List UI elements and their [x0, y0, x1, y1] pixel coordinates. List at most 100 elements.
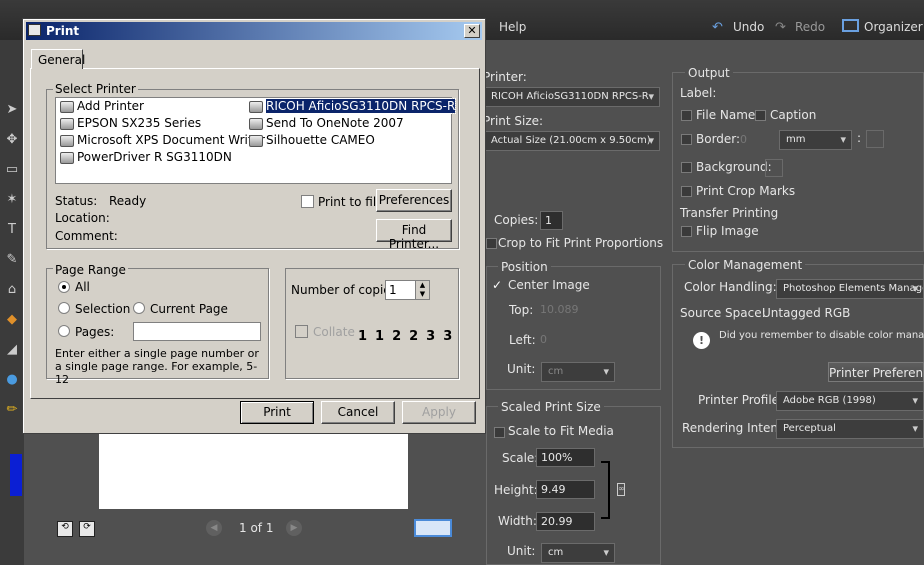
apply-button[interactable]: Apply [402, 401, 476, 424]
printer-icon [60, 134, 74, 147]
print-to-file-checkbox[interactable] [301, 195, 314, 208]
brush-tool-icon[interactable]: ✎ [4, 252, 20, 268]
printer-item-add[interactable]: Add Printer [60, 99, 144, 113]
spinner-arrows-icon[interactable]: ▲ ▼ [415, 281, 429, 299]
crop-marks-checkbox[interactable] [681, 186, 692, 197]
unit2-select[interactable]: cm [541, 543, 615, 563]
scale-fit-checkbox[interactable] [494, 427, 505, 438]
print-button[interactable]: Print [240, 401, 314, 424]
printer-item-label: Microsoft XPS Document Writer [77, 133, 265, 147]
file-name-label: File Name [696, 108, 756, 122]
find-printer-button[interactable]: Find Printer... [376, 219, 452, 251]
scale-input[interactable]: 100% [536, 448, 595, 467]
printer-item-label: PowerDriver R SG3110DN [77, 150, 232, 164]
center-image-check-icon[interactable]: ✓ [492, 278, 502, 292]
flip-image-checkbox[interactable] [681, 226, 692, 237]
border-unit-select[interactable]: mm [779, 130, 852, 150]
fill-tool-icon[interactable]: ● [4, 372, 20, 388]
help-menu[interactable]: Help [499, 20, 526, 34]
organizer-button[interactable]: Organizer [864, 20, 923, 34]
unit-select-disabled[interactable]: cm [541, 362, 615, 382]
printer-icon [249, 134, 263, 147]
crop-checkbox[interactable] [486, 238, 497, 249]
select-printer-title: Select Printer [53, 82, 138, 96]
width-input[interactable]: 20.99 [536, 512, 595, 531]
printer-profile-label: Printer Profile: [698, 393, 784, 407]
flip-image-label: Flip Image [696, 224, 759, 238]
page-counter: 1 of 1 [239, 521, 274, 535]
color-handling-select[interactable]: Photoshop Elements Manages Co [776, 279, 924, 299]
background-color-swatch[interactable] [765, 159, 783, 177]
stamp-tool-icon[interactable]: ⌂ [4, 282, 20, 298]
printer-select[interactable]: RICOH AficioSG3110DN RPCS-R [484, 87, 660, 107]
top-label: Top: [509, 303, 534, 317]
transfer-heading: Transfer Printing [680, 206, 779, 220]
border-checkbox[interactable] [681, 134, 692, 145]
printer-profile-select[interactable]: Adobe RGB (1998) [776, 391, 924, 411]
printer-item-label: Send To OneNote 2007 [266, 116, 404, 130]
border-label: Border: [696, 132, 741, 146]
background-checkbox[interactable] [681, 162, 692, 173]
border-color-swatch[interactable] [866, 130, 884, 148]
pages-input[interactable] [133, 322, 261, 341]
height-input[interactable]: 9.49 [536, 480, 595, 499]
type-tool-icon[interactable]: T [4, 222, 20, 238]
printer-preferences-button[interactable]: Printer Preferenc [828, 362, 924, 382]
rotate-right-icon[interactable]: ⟳ [79, 521, 95, 537]
location-label: Location: [55, 211, 110, 225]
current-page-radio[interactable] [133, 302, 145, 314]
collate-checkbox[interactable] [295, 325, 308, 338]
rendering-intent-select[interactable]: Perceptual [776, 419, 924, 439]
left-value[interactable]: 0 [540, 333, 547, 346]
preferences-button[interactable]: Preferences [376, 189, 452, 212]
printer-item-label: Add Printer [77, 99, 144, 113]
prev-page-icon[interactable]: ◀ [206, 520, 222, 536]
scale-label: Scale: [502, 451, 539, 465]
link-icon[interactable]: ∞ [617, 483, 625, 496]
selection-radio[interactable] [58, 302, 70, 314]
printer-item-onenote[interactable]: Send To OneNote 2007 [249, 116, 404, 130]
constrain-bracket [601, 461, 610, 519]
rotate-left-icon[interactable]: ⟲ [57, 521, 73, 537]
undo-button[interactable]: Undo [733, 20, 764, 34]
printer-item-silhouette[interactable]: Silhouette CAMEO [249, 133, 375, 147]
move-tool-icon[interactable]: ➤ [4, 102, 20, 118]
dialog-title: Print [26, 22, 482, 40]
tab-general[interactable]: General [31, 49, 85, 69]
pages-radio[interactable] [58, 325, 70, 337]
undo-icon: ↶ [712, 20, 723, 35]
select-tool-icon[interactable]: ▭ [4, 162, 20, 178]
tools-panel: ➤ ✥ ▭ ✶ T ✎ ⌂ ◆ ◢ ● ✏ [0, 40, 24, 565]
paint-tool-icon[interactable]: ◆ [4, 312, 20, 328]
close-icon[interactable]: ✕ [464, 24, 480, 38]
printer-item-xps[interactable]: Microsoft XPS Document Writer [60, 133, 265, 147]
pencil-tool-icon[interactable]: ✏ [4, 402, 20, 418]
printer-item-epson[interactable]: EPSON SX235 Series [60, 116, 201, 130]
all-radio[interactable] [58, 281, 70, 293]
page-range-hint: Enter either a single page number or a s… [55, 347, 259, 386]
foreground-color-swatch[interactable] [10, 454, 22, 496]
printer-item-ricoh-selected[interactable]: RICOH AficioSG3110DN RPCS-R [249, 98, 457, 114]
cancel-button[interactable]: Cancel [321, 401, 395, 424]
file-name-checkbox[interactable] [681, 110, 692, 121]
top-value[interactable]: 10.089 [540, 303, 579, 316]
scaled-size-title: Scaled Print Size [498, 400, 604, 414]
zoom-tool-icon[interactable]: ✥ [4, 132, 20, 148]
next-page-icon[interactable]: ▶ [286, 520, 302, 536]
height-label: Height: [494, 483, 538, 497]
all-label: All [75, 280, 90, 294]
print-size-select[interactable]: Actual Size (21.00cm x 9.50cm) [484, 131, 660, 151]
eraser-tool-icon[interactable]: ◢ [4, 342, 20, 358]
print-size-label: Print Size: [483, 114, 544, 128]
border-colon: : [857, 131, 862, 145]
caption-checkbox[interactable] [755, 110, 766, 121]
printer-title-icon [28, 24, 41, 36]
border-value[interactable]: 0 [740, 133, 747, 146]
background-label: Background: [696, 160, 772, 174]
redo-button[interactable]: Redo [795, 20, 825, 34]
organizer-icon [842, 19, 859, 32]
page-setup-icon[interactable] [414, 519, 452, 537]
printer-item-powerdriver[interactable]: PowerDriver R SG3110DN [60, 150, 232, 164]
magic-tool-icon[interactable]: ✶ [4, 192, 20, 208]
copies-input[interactable]: 1 [540, 211, 563, 230]
